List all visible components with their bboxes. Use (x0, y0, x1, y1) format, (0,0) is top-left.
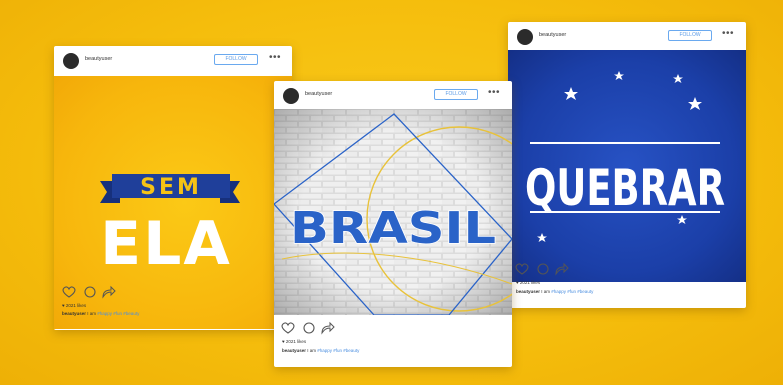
comment-icon[interactable] (303, 322, 315, 334)
caption: beautyuser I am #happy #fun #beauty (516, 289, 593, 294)
likes-count: ♥ 2021 likes (516, 280, 541, 285)
likes-count: ♥ 2021 likes (282, 339, 307, 344)
follow-button[interactable]: FOLLOW (214, 54, 258, 65)
post-card-brasil: beautyuser FOLLOW ••• BRASIL ♥ 2021 like… (274, 81, 512, 367)
action-icons (281, 321, 335, 335)
quebrar-text: QUEBRAR (525, 159, 725, 217)
caption-hashtags[interactable]: #happy #fun #beauty (97, 311, 139, 316)
share-icon[interactable] (321, 321, 335, 335)
post-header: beautyuser FOLLOW ••• (274, 81, 512, 111)
star-icon (614, 71, 624, 80)
caption-hashtags[interactable]: #happy #fun #beauty (551, 289, 593, 294)
brasil-text: BRASIL (290, 203, 496, 254)
caption-text: I am (306, 348, 318, 353)
post-image: BRASIL (274, 109, 512, 315)
username[interactable]: beautyuser (85, 56, 112, 62)
follow-button[interactable]: FOLLOW (434, 89, 478, 100)
comment-icon[interactable] (537, 263, 549, 275)
share-icon[interactable] (555, 262, 569, 276)
caption-hashtags[interactable]: #happy #fun #beauty (317, 348, 359, 353)
post-header: beautyuser FOLLOW ••• (508, 22, 746, 52)
heart-icon[interactable] (515, 263, 529, 275)
caption: beautyuser I am #happy #fun #beauty (62, 311, 139, 316)
post-header: beautyuser FOLLOW ••• (54, 46, 292, 76)
star-icon (688, 97, 702, 110)
avatar[interactable] (63, 53, 79, 69)
action-icons (515, 262, 569, 276)
username[interactable]: beautyuser (539, 32, 566, 38)
avatar[interactable] (283, 88, 299, 104)
avatar[interactable] (517, 29, 533, 45)
brasil-artwork: BRASIL (274, 109, 512, 315)
post-card-quebrar: beautyuser FOLLOW ••• QUEBRAR ♥ 2021 lik… (508, 22, 746, 308)
sem-text: SEM (140, 175, 202, 200)
comment-icon[interactable] (84, 286, 96, 298)
post-image: QUEBRAR (508, 50, 746, 282)
post-actions (281, 321, 351, 335)
star-icon (673, 74, 683, 83)
caption-username[interactable]: beautyuser (516, 289, 540, 294)
username[interactable]: beautyuser (305, 91, 332, 97)
more-options-icon[interactable]: ••• (269, 53, 281, 63)
quebrar-artwork: QUEBRAR (525, 71, 725, 242)
star-icon (537, 233, 547, 242)
caption-username[interactable]: beautyuser (62, 311, 86, 316)
star-icon (564, 87, 578, 100)
caption-username[interactable]: beautyuser (282, 348, 306, 353)
caption-text: I am (540, 289, 552, 294)
more-options-icon[interactable]: ••• (722, 29, 734, 39)
post-actions (515, 262, 585, 276)
more-options-icon[interactable]: ••• (488, 88, 500, 98)
ela-text: ELA (100, 209, 232, 279)
caption: beautyuser I am #happy #fun #beauty (282, 348, 359, 353)
heart-icon[interactable] (62, 286, 76, 298)
follow-button[interactable]: FOLLOW (668, 30, 712, 41)
likes-count: ♥ 2021 likes (62, 303, 87, 308)
caption-text: I am (86, 311, 98, 316)
action-icons (62, 285, 116, 299)
post-actions (62, 285, 132, 299)
share-icon[interactable] (102, 285, 116, 299)
heart-icon[interactable] (281, 322, 295, 334)
